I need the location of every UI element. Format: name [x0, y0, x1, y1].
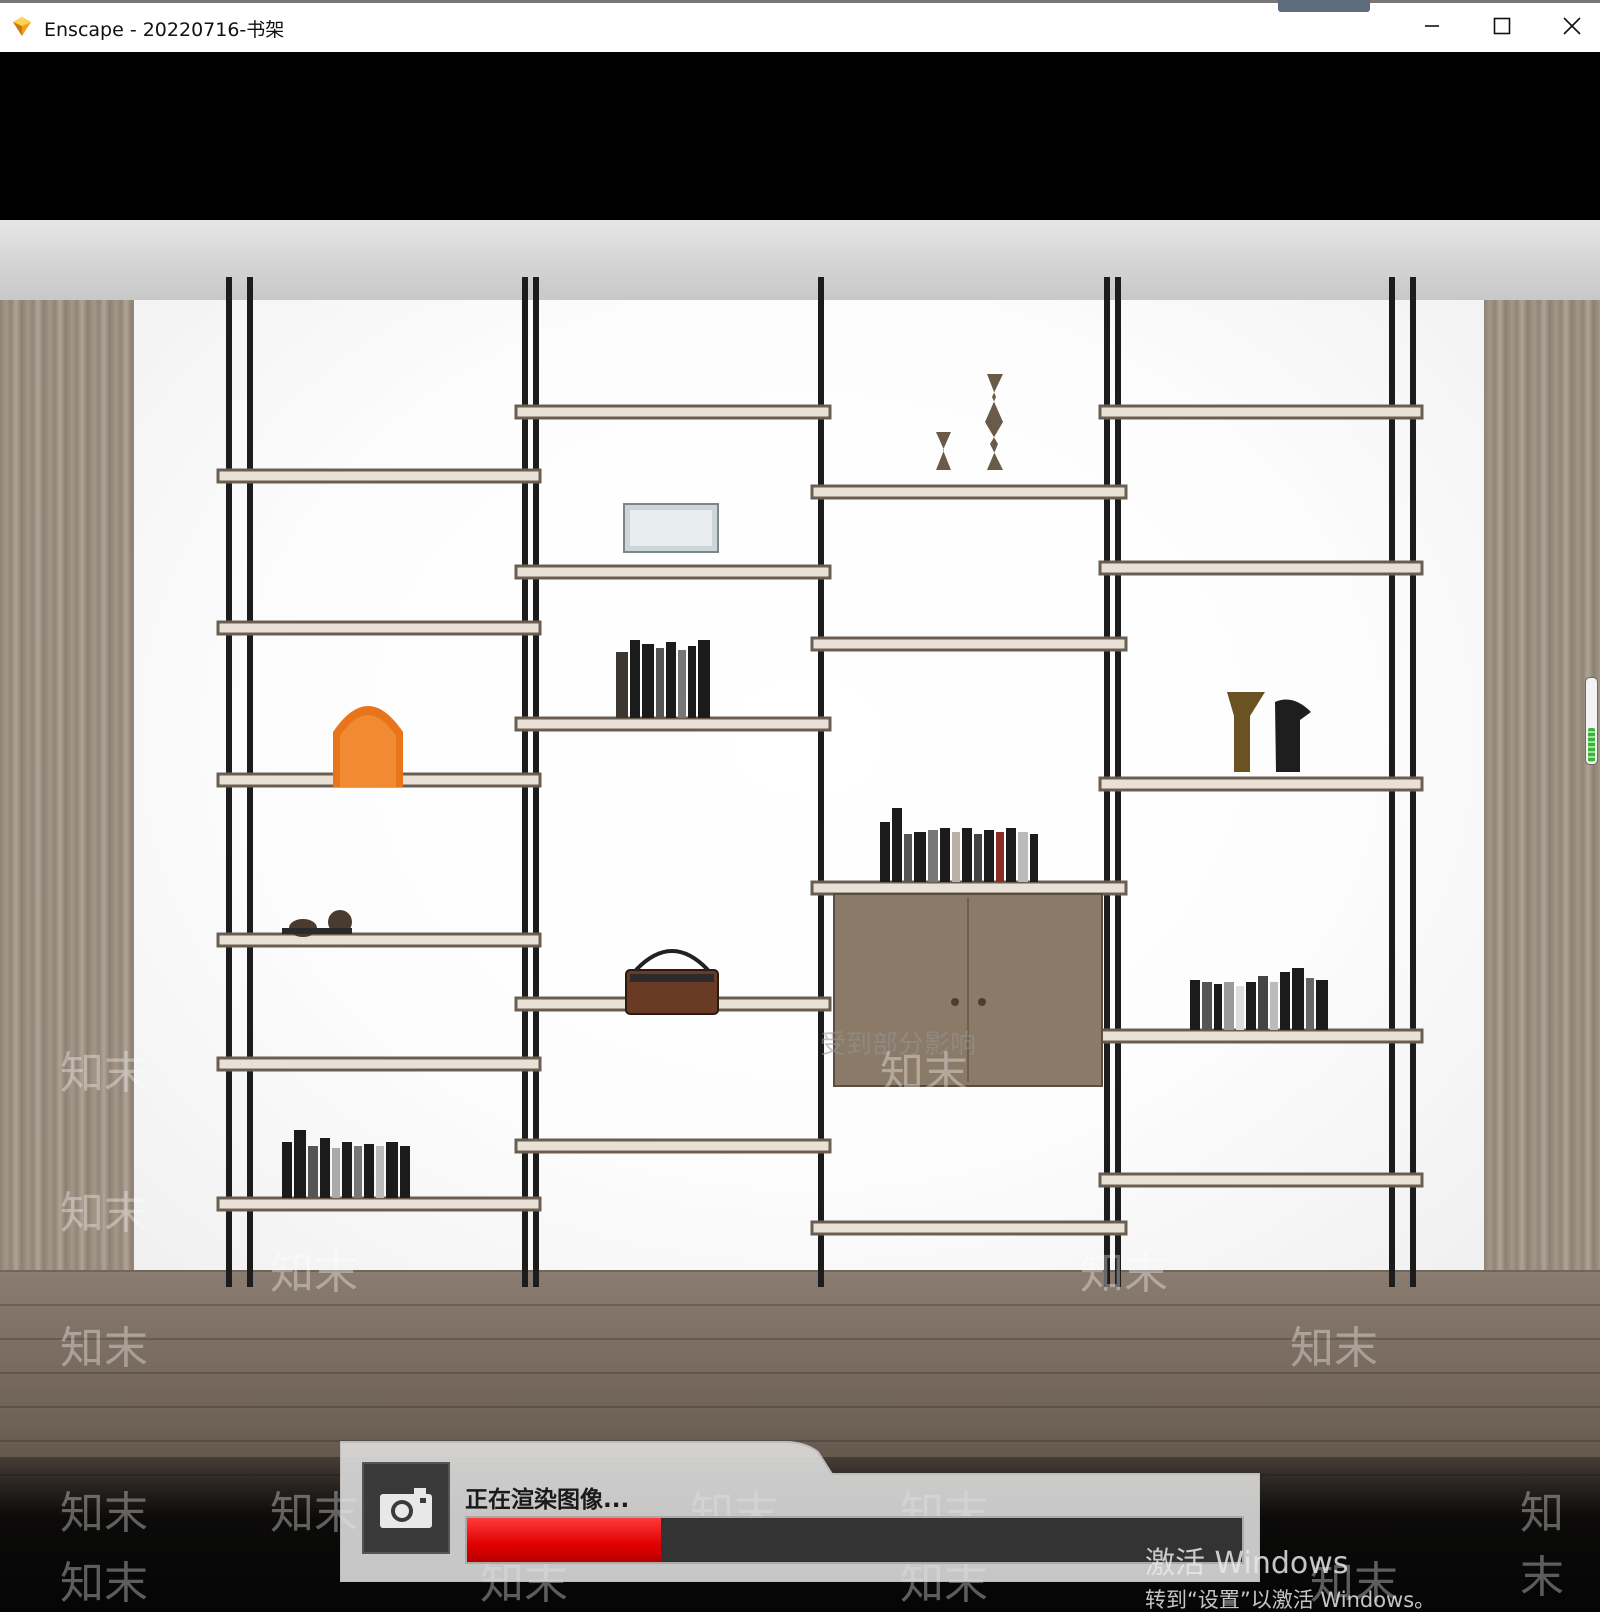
close-button[interactable] — [1550, 8, 1594, 44]
minimize-icon — [1425, 25, 1439, 27]
render-progress-panel: 正在渲染图像... — [340, 1432, 1260, 1582]
sculptures-object — [1227, 692, 1311, 772]
render-progress-fill — [467, 1518, 661, 1562]
window-title: Enscape - 20220716-书架 — [44, 19, 285, 41]
books-col4-lower — [1190, 968, 1328, 1030]
watermark-notice: 受到部分影响 — [820, 1030, 977, 1060]
minimize-button[interactable] — [1410, 8, 1454, 44]
close-icon — [1563, 17, 1581, 35]
books-col2-mid — [616, 640, 710, 718]
shelves-col-4 — [1098, 404, 1424, 1188]
view-slider-handle[interactable] — [1585, 677, 1598, 765]
activation-subtitle: 转到“设置”以激活 Windows。 — [1145, 1588, 1436, 1612]
windows-activation-notice: 激活 Windows 转到“设置”以激活 Windows。 — [1145, 1538, 1435, 1612]
title-bar: Enscape - 20220716-书架 — [0, 0, 1600, 52]
taskbar-preview-tab — [1278, 0, 1370, 12]
radio-object — [625, 949, 719, 1015]
maximize-icon — [1493, 17, 1511, 35]
books-col3-cabinet-top — [880, 808, 1038, 882]
render-status-label: 正在渲染图像... — [465, 1487, 630, 1513]
camera-button[interactable] — [362, 1462, 450, 1554]
enscape-app-icon — [13, 17, 31, 36]
books-col1-bottom — [282, 1130, 410, 1198]
shelves-col-1 — [216, 468, 542, 1212]
maximize-button[interactable] — [1480, 8, 1524, 44]
bowls-object — [282, 910, 352, 937]
render-progress-bar — [465, 1516, 1244, 1564]
view-slider-level — [1588, 728, 1595, 762]
camera-icon — [380, 1488, 432, 1528]
vases-object — [936, 374, 1003, 470]
activation-title: 激活 Windows — [1145, 1546, 1349, 1581]
render-viewport[interactable]: 受到部分影响 知末 知末 知末 知末 知末 知末 知末 知末 知末 知末 知末 … — [0, 52, 1600, 1612]
glass-box-object — [623, 503, 719, 553]
bookshelf-scene — [216, 277, 1424, 1287]
orange-arch-object — [333, 706, 403, 787]
